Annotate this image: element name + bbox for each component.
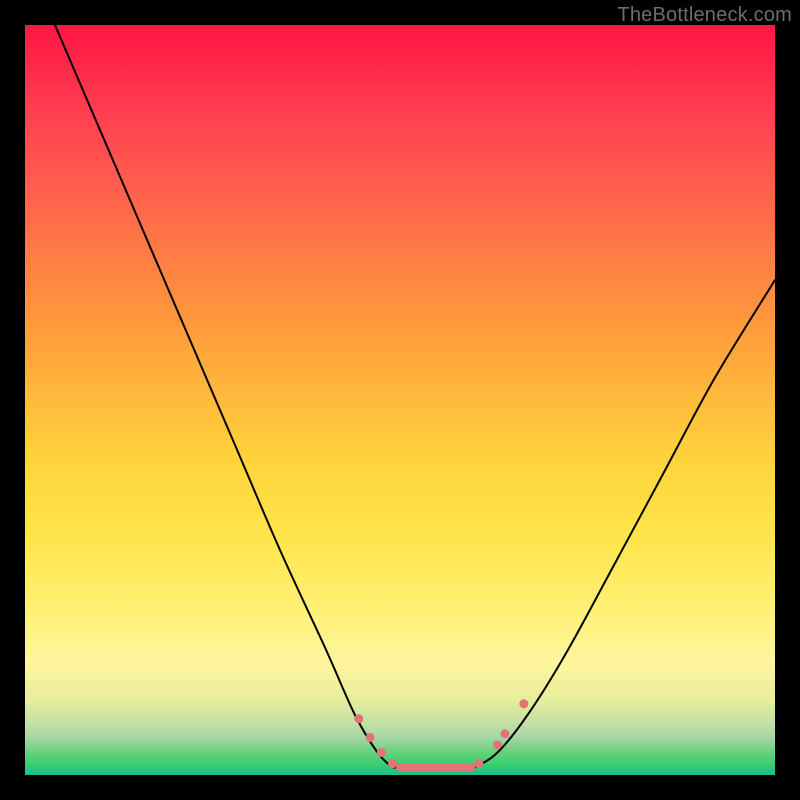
left-curve (55, 25, 393, 768)
chart-frame: TheBottleneck.com (0, 0, 800, 800)
right-curve (475, 280, 775, 768)
plot-area (25, 25, 775, 775)
watermark-text: TheBottleneck.com (617, 4, 792, 27)
curve-overlay (25, 25, 775, 775)
beads (354, 699, 528, 768)
